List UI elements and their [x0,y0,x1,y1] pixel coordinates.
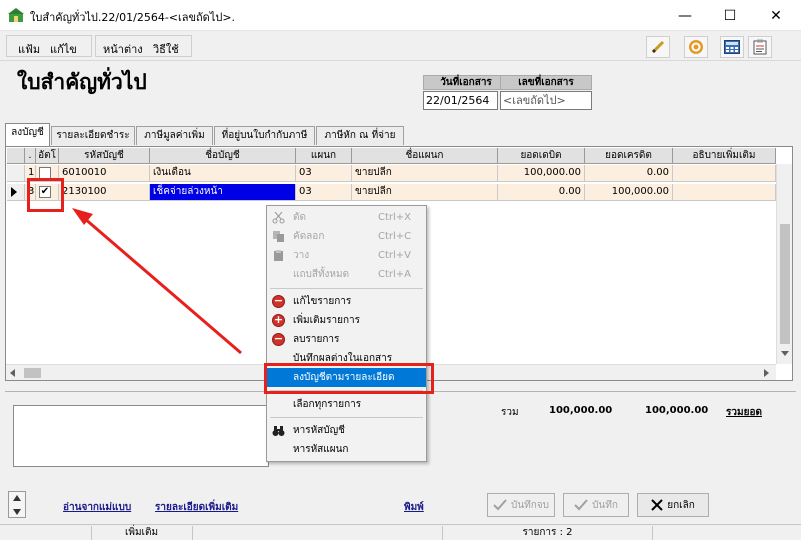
annotation-arrow [72,208,242,355]
